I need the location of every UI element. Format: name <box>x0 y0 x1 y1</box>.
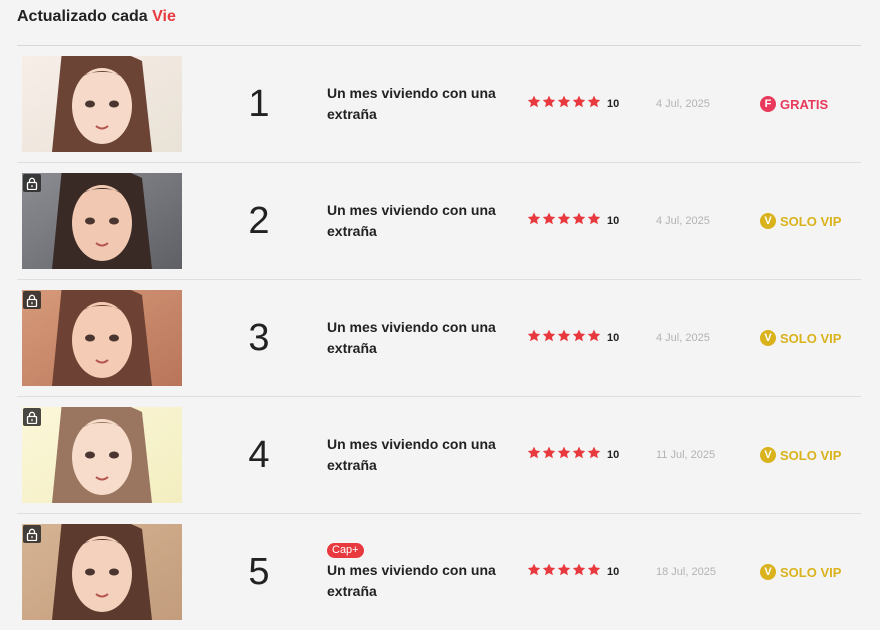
star-icon <box>572 329 586 347</box>
episode-row[interactable]: 3 Un mes viviendo con una extraña 10 4 Jul,… <box>17 280 861 397</box>
star-icon <box>542 446 556 464</box>
free-icon: F <box>760 96 776 112</box>
star-icon <box>572 212 586 230</box>
star-icon <box>542 563 556 581</box>
episode-title-block: Cap+ Un mes viviendo con una extraña <box>327 514 512 630</box>
vip-icon: V <box>760 213 776 229</box>
episode-number: 3 <box>248 316 270 359</box>
star-icon <box>542 95 556 113</box>
rating-score: 10 <box>607 215 620 227</box>
header-day: Vie <box>152 8 176 25</box>
star-icon <box>587 95 601 113</box>
episode-number: 5 <box>248 550 270 593</box>
episode-number: 1 <box>248 82 270 125</box>
star-icon <box>527 446 541 464</box>
lock-icon <box>23 174 41 192</box>
release-date: 18 Jul, 2025 <box>656 566 716 578</box>
star-icon <box>587 446 601 464</box>
star-icon <box>542 212 556 230</box>
episode-list: 1 Un mes viviendo con una extraña 10 4 Jul,… <box>17 46 861 630</box>
release-date: 4 Jul, 2025 <box>656 215 710 227</box>
release-date: 4 Jul, 2025 <box>656 332 710 344</box>
vip-icon: V <box>760 564 776 580</box>
star-icon <box>557 212 571 230</box>
star-icon <box>527 329 541 347</box>
star-icon <box>572 563 586 581</box>
star-icon <box>587 329 601 347</box>
rating-stars <box>527 329 601 347</box>
episode-title[interactable]: Un mes viviendo con una extraña <box>327 560 512 602</box>
rating-score: 10 <box>607 566 620 578</box>
episode-title-block: Un mes viviendo con una extraña <box>327 397 512 513</box>
rating: 10 <box>527 280 619 396</box>
episode-title-block: Un mes viviendo con una extraña <box>327 280 512 396</box>
section-header: Actualizado cada Vie <box>17 8 176 26</box>
rating-score: 10 <box>607 332 620 344</box>
episode-title[interactable]: Un mes viviendo con una extraña <box>327 434 512 476</box>
episode-title[interactable]: Un mes viviendo con una extraña <box>327 83 512 125</box>
rating-stars <box>527 212 601 230</box>
vip-icon: V <box>760 330 776 346</box>
episode-title[interactable]: Un mes viviendo con una extraña <box>327 200 512 242</box>
rating-score: 10 <box>607 98 620 110</box>
star-icon <box>572 446 586 464</box>
access-status-button[interactable]: V SOLO VIP <box>760 514 841 630</box>
access-status-label: SOLO VIP <box>780 564 842 580</box>
episode-thumbnail[interactable] <box>22 290 182 386</box>
rating-stars <box>527 446 601 464</box>
star-icon <box>557 329 571 347</box>
episode-row[interactable]: 1 Un mes viviendo con una extraña 10 4 Jul,… <box>17 46 861 163</box>
episode-title-block: Un mes viviendo con una extraña <box>327 163 512 279</box>
access-status-label: GRATIS <box>780 96 829 112</box>
lock-icon <box>23 408 41 426</box>
rating: 10 <box>527 163 619 279</box>
access-status-button[interactable]: V SOLO VIP <box>760 397 841 513</box>
star-icon <box>527 212 541 230</box>
cap-badge: Cap+ <box>327 542 364 558</box>
episode-number: 4 <box>248 433 270 476</box>
episode-thumbnail[interactable] <box>22 524 182 620</box>
star-icon <box>527 563 541 581</box>
release-date: 11 Jul, 2025 <box>656 449 716 461</box>
rating-stars <box>527 563 601 581</box>
star-icon <box>542 329 556 347</box>
release-date: 4 Jul, 2025 <box>656 98 710 110</box>
episode-title-block: Un mes viviendo con una extraña <box>327 46 512 162</box>
vip-icon: V <box>760 447 776 463</box>
access-status-label: SOLO VIP <box>780 213 842 229</box>
header-prefix: Actualizado cada <box>17 8 148 25</box>
star-icon <box>572 95 586 113</box>
rating-score: 10 <box>607 449 620 461</box>
access-status-button[interactable]: V SOLO VIP <box>760 163 841 279</box>
episode-thumbnail[interactable] <box>22 173 182 269</box>
access-status-button[interactable]: F GRATIS <box>760 46 828 162</box>
access-status-button[interactable]: V SOLO VIP <box>760 280 841 396</box>
episode-row[interactable]: 4 Un mes viviendo con una extraña 10 11 Jul… <box>17 397 861 514</box>
episode-thumbnail[interactable] <box>22 407 182 503</box>
access-status-label: SOLO VIP <box>780 330 842 346</box>
star-icon <box>557 563 571 581</box>
rating: 10 <box>527 514 619 630</box>
episode-row[interactable]: 2 Un mes viviendo con una extraña 10 4 Jul,… <box>17 163 861 280</box>
lock-icon <box>23 291 41 309</box>
rating: 10 <box>527 397 619 513</box>
star-icon <box>587 212 601 230</box>
access-status-label: SOLO VIP <box>780 447 842 463</box>
rating-stars <box>527 95 601 113</box>
episode-number: 2 <box>248 199 270 242</box>
star-icon <box>587 563 601 581</box>
star-icon <box>557 446 571 464</box>
lock-icon <box>23 525 41 543</box>
star-icon <box>557 95 571 113</box>
episode-row[interactable]: 5 Cap+ Un mes viviendo con una extraña 10 18… <box>17 514 861 630</box>
episode-thumbnail[interactable] <box>22 56 182 152</box>
star-icon <box>527 95 541 113</box>
episode-title[interactable]: Un mes viviendo con una extraña <box>327 317 512 359</box>
rating: 10 <box>527 46 619 162</box>
